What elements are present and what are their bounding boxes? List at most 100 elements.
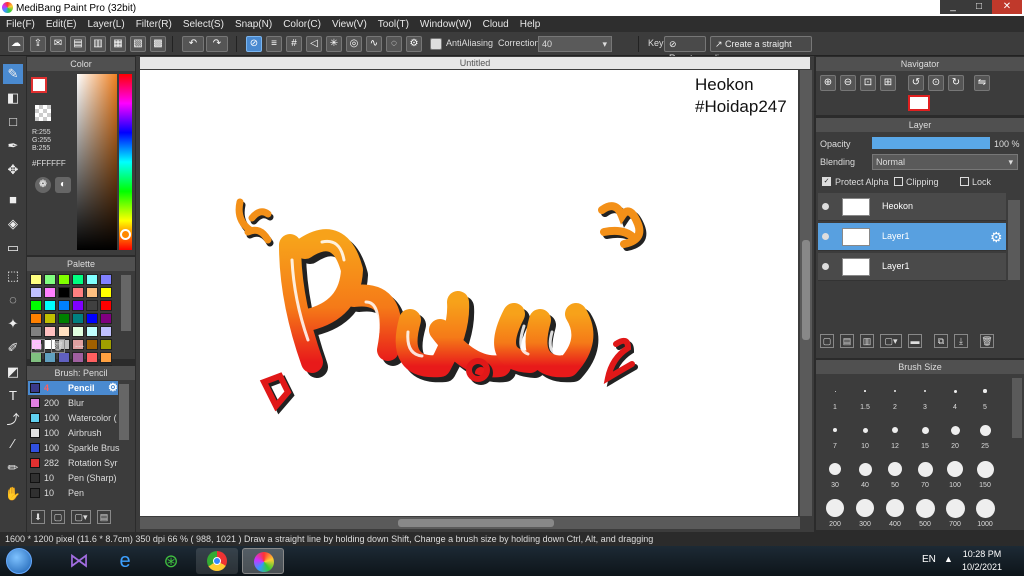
palette-swatch[interactable] (30, 352, 42, 363)
brush-size-option[interactable]: 300 (850, 495, 880, 533)
palette-swatch[interactable] (58, 287, 70, 298)
flip-icon[interactable]: ⇋ (974, 75, 990, 91)
menu-color[interactable]: Color(C) (283, 19, 321, 30)
protect-alpha-checkbox[interactable]: ✓ (822, 177, 831, 186)
dot-tool-icon[interactable]: □ (3, 112, 23, 132)
add-1bit-layer-icon[interactable]: ▥ (860, 334, 874, 348)
snap-circle-icon[interactable]: ◎ (346, 36, 362, 52)
brush-size-option[interactable]: 150 (970, 456, 1000, 494)
palette-swatch[interactable] (72, 300, 84, 311)
palette-swatch[interactable] (86, 326, 98, 337)
palette-swatch[interactable] (86, 287, 98, 298)
brush-size-option[interactable]: 1000 (970, 495, 1000, 533)
color-wheel-icon[interactable]: ❁ (35, 177, 51, 193)
palette-scrollbar[interactable] (121, 275, 131, 331)
bucket-tool-icon[interactable]: ◈ (3, 214, 23, 234)
brush-size-option[interactable]: 12 (880, 417, 910, 455)
snap-parallel-icon[interactable]: ≡ (266, 36, 282, 52)
eyedropper-tool-icon[interactable]: ⁄ (3, 434, 23, 454)
palette-swatch[interactable] (72, 326, 84, 337)
undo-icon[interactable]: ↶ (182, 36, 204, 52)
page-icon[interactable]: ▥ (90, 36, 106, 52)
color-palette-icon[interactable]: ◐ (55, 177, 71, 193)
coccoc-icon[interactable]: ⊛ (150, 548, 192, 574)
menu-cloud[interactable]: Cloud (483, 19, 509, 30)
rotate-right-icon[interactable]: ↻ (948, 75, 964, 91)
brush-size-option[interactable]: 70 (910, 456, 940, 494)
palette-swatch[interactable] (72, 352, 84, 363)
brush-size-option[interactable]: 2 (880, 378, 910, 416)
internet-explorer-icon[interactable]: e (104, 548, 146, 574)
delete-layer-icon[interactable]: 🗑 (980, 334, 994, 348)
palette-swatch[interactable] (100, 313, 112, 324)
layer-row[interactable]: Layer1 (818, 253, 1006, 281)
eye-icon[interactable] (822, 203, 829, 210)
cloud-icon[interactable]: ☁ (8, 36, 24, 52)
hand-tool-icon[interactable]: ✋ (3, 484, 23, 504)
page-manager-icon[interactable]: ▦ (110, 36, 126, 52)
add-palette-icon[interactable]: ▢ (31, 339, 45, 353)
eye-icon[interactable] (822, 263, 829, 270)
fill-rect-tool-icon[interactable]: ■ (3, 190, 23, 210)
pen-tool-icon[interactable]: ✒ (3, 136, 23, 156)
snap-radial-icon[interactable]: ✳ (326, 36, 342, 52)
eye-icon[interactable] (822, 233, 829, 240)
add-halftone-layer-icon[interactable]: ▤ (840, 334, 854, 348)
palette-swatch[interactable] (100, 274, 112, 285)
palette-swatch[interactable] (30, 274, 42, 285)
saturation-value-field[interactable] (77, 74, 117, 250)
menu-tool[interactable]: Tool(T) (378, 19, 409, 30)
brush-size-option[interactable]: 50 (880, 456, 910, 494)
palette-swatch[interactable] (58, 352, 70, 363)
drawing-canvas[interactable]: Heokon #Hoidap247 (140, 70, 798, 516)
menu-edit[interactable]: Edit(E) (46, 19, 77, 30)
new-brush-icon[interactable]: ▢ (51, 510, 65, 524)
brush-size-option[interactable]: 700 (940, 495, 970, 533)
gear-icon[interactable]: ⚙ (108, 381, 118, 395)
brush-options-icon[interactable]: ▢▾ (71, 510, 91, 524)
rotate-left-icon[interactable]: ↺ (908, 75, 924, 91)
palette-swatch[interactable] (44, 287, 56, 298)
palette-swatches[interactable] (29, 273, 119, 377)
pipette-tool-icon[interactable]: ✏ (3, 458, 23, 478)
snap-off-icon[interactable]: ⊘ (246, 36, 262, 52)
clipping-checkbox[interactable] (894, 177, 903, 186)
snap-settings-icon[interactable]: ⚙ (406, 36, 422, 52)
share-icon[interactable]: ⇪ (30, 36, 46, 52)
brush-item[interactable]: 10 Pen (Sharp) (28, 471, 118, 485)
palette-swatch[interactable] (86, 339, 98, 350)
menu-layer[interactable]: Layer(L) (87, 19, 124, 30)
select-eraser-tool-icon[interactable]: ◩ (3, 362, 23, 382)
brush-item[interactable]: 200 Blur (28, 396, 118, 410)
palette-swatch[interactable] (100, 339, 112, 350)
rotate-reset-icon[interactable]: ⊙ (928, 75, 944, 91)
create-straight-line-button[interactable]: ↗ Create a straight line (710, 36, 812, 63)
layer-row[interactable]: Heokon (818, 193, 1006, 221)
horizontal-scroll-thumb[interactable] (398, 519, 554, 527)
brush-item[interactable]: 100 Watercolor ( (28, 411, 118, 425)
layer-row[interactable]: Layer1 ⚙ (818, 223, 1006, 251)
brush-item[interactable]: 100 Airbrush (28, 426, 118, 440)
reset-button[interactable]: ⊘ Reset (664, 36, 706, 63)
palette-swatch[interactable] (30, 326, 42, 337)
brush-size-option[interactable]: 7 (820, 417, 850, 455)
magic-wand-tool-icon[interactable]: ✦ (3, 314, 23, 334)
menu-window[interactable]: Window(W) (420, 19, 472, 30)
brush-size-option[interactable]: 200 (820, 495, 850, 533)
redo-icon[interactable]: ↷ (206, 36, 228, 52)
brush-size-option[interactable]: 1.5 (850, 378, 880, 416)
palette-swatch[interactable] (44, 326, 56, 337)
palette-swatch[interactable] (44, 274, 56, 285)
palette-swatch[interactable] (72, 287, 84, 298)
zoom-out-icon[interactable]: ⊖ (840, 75, 856, 91)
tray-arrow-icon[interactable]: ▲ (944, 554, 953, 564)
primary-color-swatch[interactable] (31, 77, 47, 93)
menu-file[interactable]: File(F) (6, 19, 35, 30)
comment-icon[interactable]: ✉ (50, 36, 66, 52)
actual-size-icon[interactable]: ⊞ (880, 75, 896, 91)
palette-swatch[interactable] (86, 274, 98, 285)
text-tool-icon[interactable]: T (3, 386, 23, 406)
fit-icon[interactable]: ⊡ (860, 75, 876, 91)
brush-size-option[interactable]: 15 (910, 417, 940, 455)
palette-swatch[interactable] (58, 274, 70, 285)
